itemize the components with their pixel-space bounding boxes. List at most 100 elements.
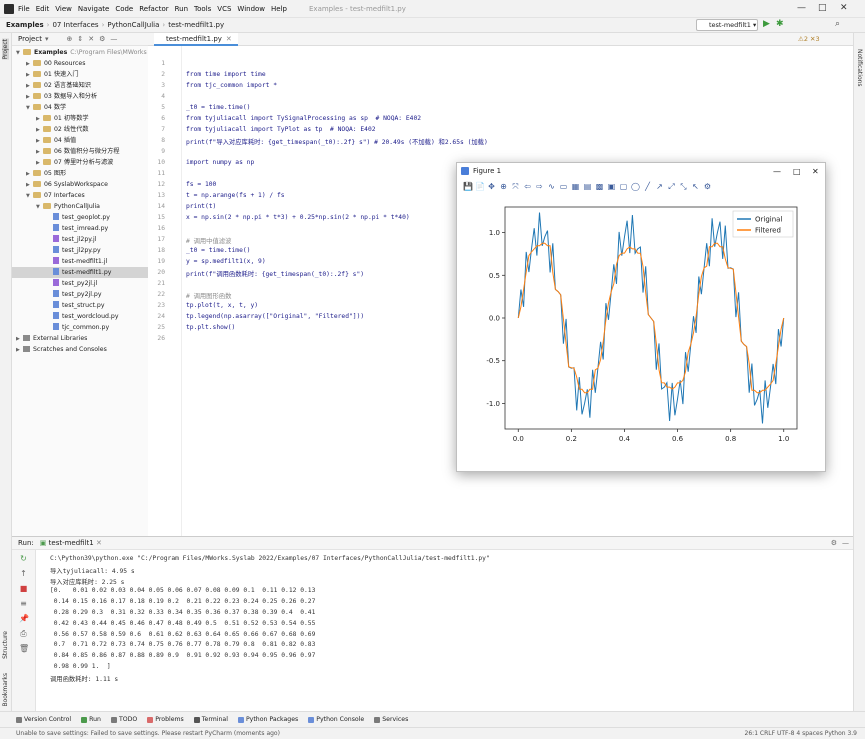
tree-item[interactable]: ▶ 03 数据导入和分析 bbox=[12, 91, 148, 102]
soft-wrap-icon[interactable]: ≡ bbox=[19, 599, 28, 608]
subplot-icon[interactable]: ▣ bbox=[607, 182, 616, 191]
tree-item[interactable]: test_jl2py.jl bbox=[12, 234, 148, 245]
pan-icon[interactable]: ✥ bbox=[487, 182, 496, 191]
zoom-box-icon[interactable]: ⤧ bbox=[511, 182, 520, 191]
code-line[interactable]: # 调用图形函数 bbox=[186, 291, 231, 300]
tree-item[interactable]: test_imread.py bbox=[12, 223, 148, 234]
structure-tool-button[interactable]: Structure bbox=[2, 631, 9, 659]
menu-vcs[interactable]: VCS bbox=[217, 5, 231, 13]
tree-item[interactable]: ▼ PythonCallJulia bbox=[12, 201, 148, 212]
forward-icon[interactable]: ⇨ bbox=[535, 182, 544, 191]
gear-icon[interactable]: ⚙ bbox=[99, 35, 105, 43]
menu-window[interactable]: Window bbox=[237, 5, 265, 13]
code-line[interactable]: t = np.arange(fs + 1) / fs bbox=[186, 192, 285, 199]
scroll-up-icon[interactable]: ↑ bbox=[19, 569, 28, 578]
tree-item[interactable]: ▶ Scratches and Consoles bbox=[12, 344, 148, 355]
run-tab[interactable]: ▣ test-medfilt1 ✕ bbox=[40, 539, 102, 547]
menu-view[interactable]: View bbox=[55, 5, 72, 13]
breadcrumb-file[interactable]: test-medfilt1.py bbox=[168, 21, 224, 29]
tree-item[interactable]: test-medfilt1.jl bbox=[12, 256, 148, 267]
code-line[interactable]: tp.plot(t, x, t, y) bbox=[186, 302, 258, 309]
tool-window-todo[interactable]: TODO bbox=[110, 716, 137, 723]
figure-minimize-button[interactable]: — bbox=[773, 167, 781, 176]
code-line[interactable]: print(f"调用函数耗时: {get_timespan(_t0):.2f} … bbox=[186, 269, 364, 278]
status-info[interactable]: 26:1 CRLF UTF-8 4 spaces Python 3.9 bbox=[745, 728, 857, 739]
tool-window-version-control[interactable]: Version Control bbox=[16, 716, 71, 723]
close-tab-icon[interactable]: ✕ bbox=[226, 35, 232, 43]
chevron-down-icon[interactable]: ▾ bbox=[45, 35, 49, 43]
menu-code[interactable]: Code bbox=[115, 5, 133, 13]
frame-icon[interactable]: ▢ bbox=[619, 182, 628, 191]
arrow-icon[interactable]: ↗ bbox=[655, 182, 664, 191]
figure-close-button[interactable]: ✕ bbox=[812, 167, 819, 176]
tree-item[interactable]: test_py2jl.jl bbox=[12, 278, 148, 289]
tree-item[interactable]: tjc_common.py bbox=[12, 322, 148, 333]
menu-edit[interactable]: Edit bbox=[36, 5, 50, 13]
tool-window-services[interactable]: Services bbox=[374, 716, 408, 723]
breadcrumb-subfolder[interactable]: PythonCallJulia bbox=[107, 21, 159, 29]
run-configuration-select[interactable]: test-medfilt1 ▾ bbox=[696, 19, 758, 31]
tree-item[interactable]: test_struct.py bbox=[12, 300, 148, 311]
menu-refactor[interactable]: Refactor bbox=[139, 5, 168, 13]
code-line[interactable]: tp.plt.show() bbox=[186, 324, 235, 331]
expand-all-icon[interactable]: ✕ bbox=[88, 35, 94, 43]
cursor-icon[interactable]: ↖ bbox=[691, 182, 700, 191]
table-icon[interactable]: ▤ bbox=[583, 182, 592, 191]
project-tool-button[interactable]: Project bbox=[2, 39, 9, 60]
bookmarks-tool-button[interactable]: Bookmarks bbox=[2, 673, 9, 707]
tree-item[interactable]: ▶ 06 数值积分与微分方程 bbox=[12, 146, 148, 157]
tree-item[interactable]: ▶ 01 快速入门 bbox=[12, 69, 148, 80]
breadcrumb-folder[interactable]: 07 Interfaces bbox=[52, 21, 98, 29]
double-arrow-icon[interactable]: ⤢ bbox=[667, 182, 676, 191]
menu-run[interactable]: Run bbox=[175, 5, 188, 13]
code-line[interactable]: import numpy as np bbox=[186, 159, 254, 166]
pin-icon[interactable]: 📌 bbox=[19, 614, 29, 623]
gear-icon[interactable]: ⚙ bbox=[831, 539, 837, 547]
tree-item[interactable]: ▶ 02 语言基础知识 bbox=[12, 80, 148, 91]
tree-item[interactable]: test-medfilt1.py bbox=[12, 267, 148, 278]
tree-item[interactable]: ▶ 05 图形 bbox=[12, 168, 148, 179]
code-line[interactable]: print(f"导入对应库耗时: {get_timespan(_t0):.2f}… bbox=[186, 137, 488, 146]
run-icon[interactable]: ▶ bbox=[763, 19, 770, 29]
code-line[interactable]: _t0 = time.time() bbox=[186, 104, 250, 111]
code-line[interactable]: _t0 = time.time() bbox=[186, 247, 250, 254]
expand-icon[interactable]: ⤡ bbox=[679, 182, 688, 191]
code-line[interactable]: from tyjuliacall import TyPlot as tp # N… bbox=[186, 126, 376, 133]
tool-window-python-console[interactable]: Python Console bbox=[308, 716, 364, 723]
tool-window-problems[interactable]: Problems bbox=[147, 716, 184, 723]
code-line[interactable]: fs = 100 bbox=[186, 181, 216, 188]
settings-icon[interactable]: ⚙ bbox=[703, 182, 712, 191]
tree-item[interactable]: ▶ External Libraries bbox=[12, 333, 148, 344]
zoom-in-icon[interactable]: ⊕ bbox=[499, 182, 508, 191]
code-line[interactable]: from tjc_common import * bbox=[186, 82, 277, 89]
tab-test-medfilt1[interactable]: test-medfilt1.py ✕ bbox=[154, 33, 238, 46]
tree-item[interactable]: test_geoplot.py bbox=[12, 212, 148, 223]
line-icon[interactable]: ∿ bbox=[547, 182, 556, 191]
tree-item[interactable]: ▶ 02 线性代数 bbox=[12, 124, 148, 135]
locate-icon[interactable]: ⊕ bbox=[66, 35, 72, 43]
code-line[interactable]: tp.legend(np.asarray(["Original", "Filte… bbox=[186, 313, 364, 320]
back-icon[interactable]: ⇦ bbox=[523, 182, 532, 191]
project-view-select[interactable]: Project bbox=[18, 35, 42, 43]
tool-window-run[interactable]: Run bbox=[81, 716, 101, 723]
copy-icon[interactable]: 📄 bbox=[475, 182, 485, 191]
breadcrumb-project[interactable]: Examples bbox=[6, 21, 44, 29]
save-icon[interactable]: 💾 bbox=[463, 182, 473, 191]
menu-help[interactable]: Help bbox=[271, 5, 287, 13]
code-line[interactable]: print(t) bbox=[186, 203, 216, 210]
tree-item[interactable]: test_jl2py.py bbox=[12, 245, 148, 256]
line-draw-icon[interactable]: ╱ bbox=[643, 182, 652, 191]
status-message[interactable]: Unable to save settings: Failed to save … bbox=[16, 730, 280, 737]
stop-icon[interactable]: ■ bbox=[19, 584, 28, 593]
tool-window-python-packages[interactable]: Python Packages bbox=[237, 716, 298, 723]
close-window-button[interactable]: ✕ bbox=[840, 3, 848, 13]
hide-panel-icon[interactable]: — bbox=[842, 539, 849, 547]
tree-item[interactable]: ▼ Examples C:\Program Files\MWorks bbox=[12, 47, 148, 58]
rerun-icon[interactable]: ↻ bbox=[19, 554, 28, 563]
print-icon[interactable]: ⎙ bbox=[19, 629, 28, 638]
tree-item[interactable]: ▶ 06 SyslabWorkspace bbox=[12, 179, 148, 190]
minimize-button[interactable]: — bbox=[797, 3, 806, 13]
figure-maximize-button[interactable]: □ bbox=[793, 167, 801, 176]
tree-item[interactable]: test_py2jl.py bbox=[12, 289, 148, 300]
maximize-button[interactable]: □ bbox=[818, 3, 827, 13]
